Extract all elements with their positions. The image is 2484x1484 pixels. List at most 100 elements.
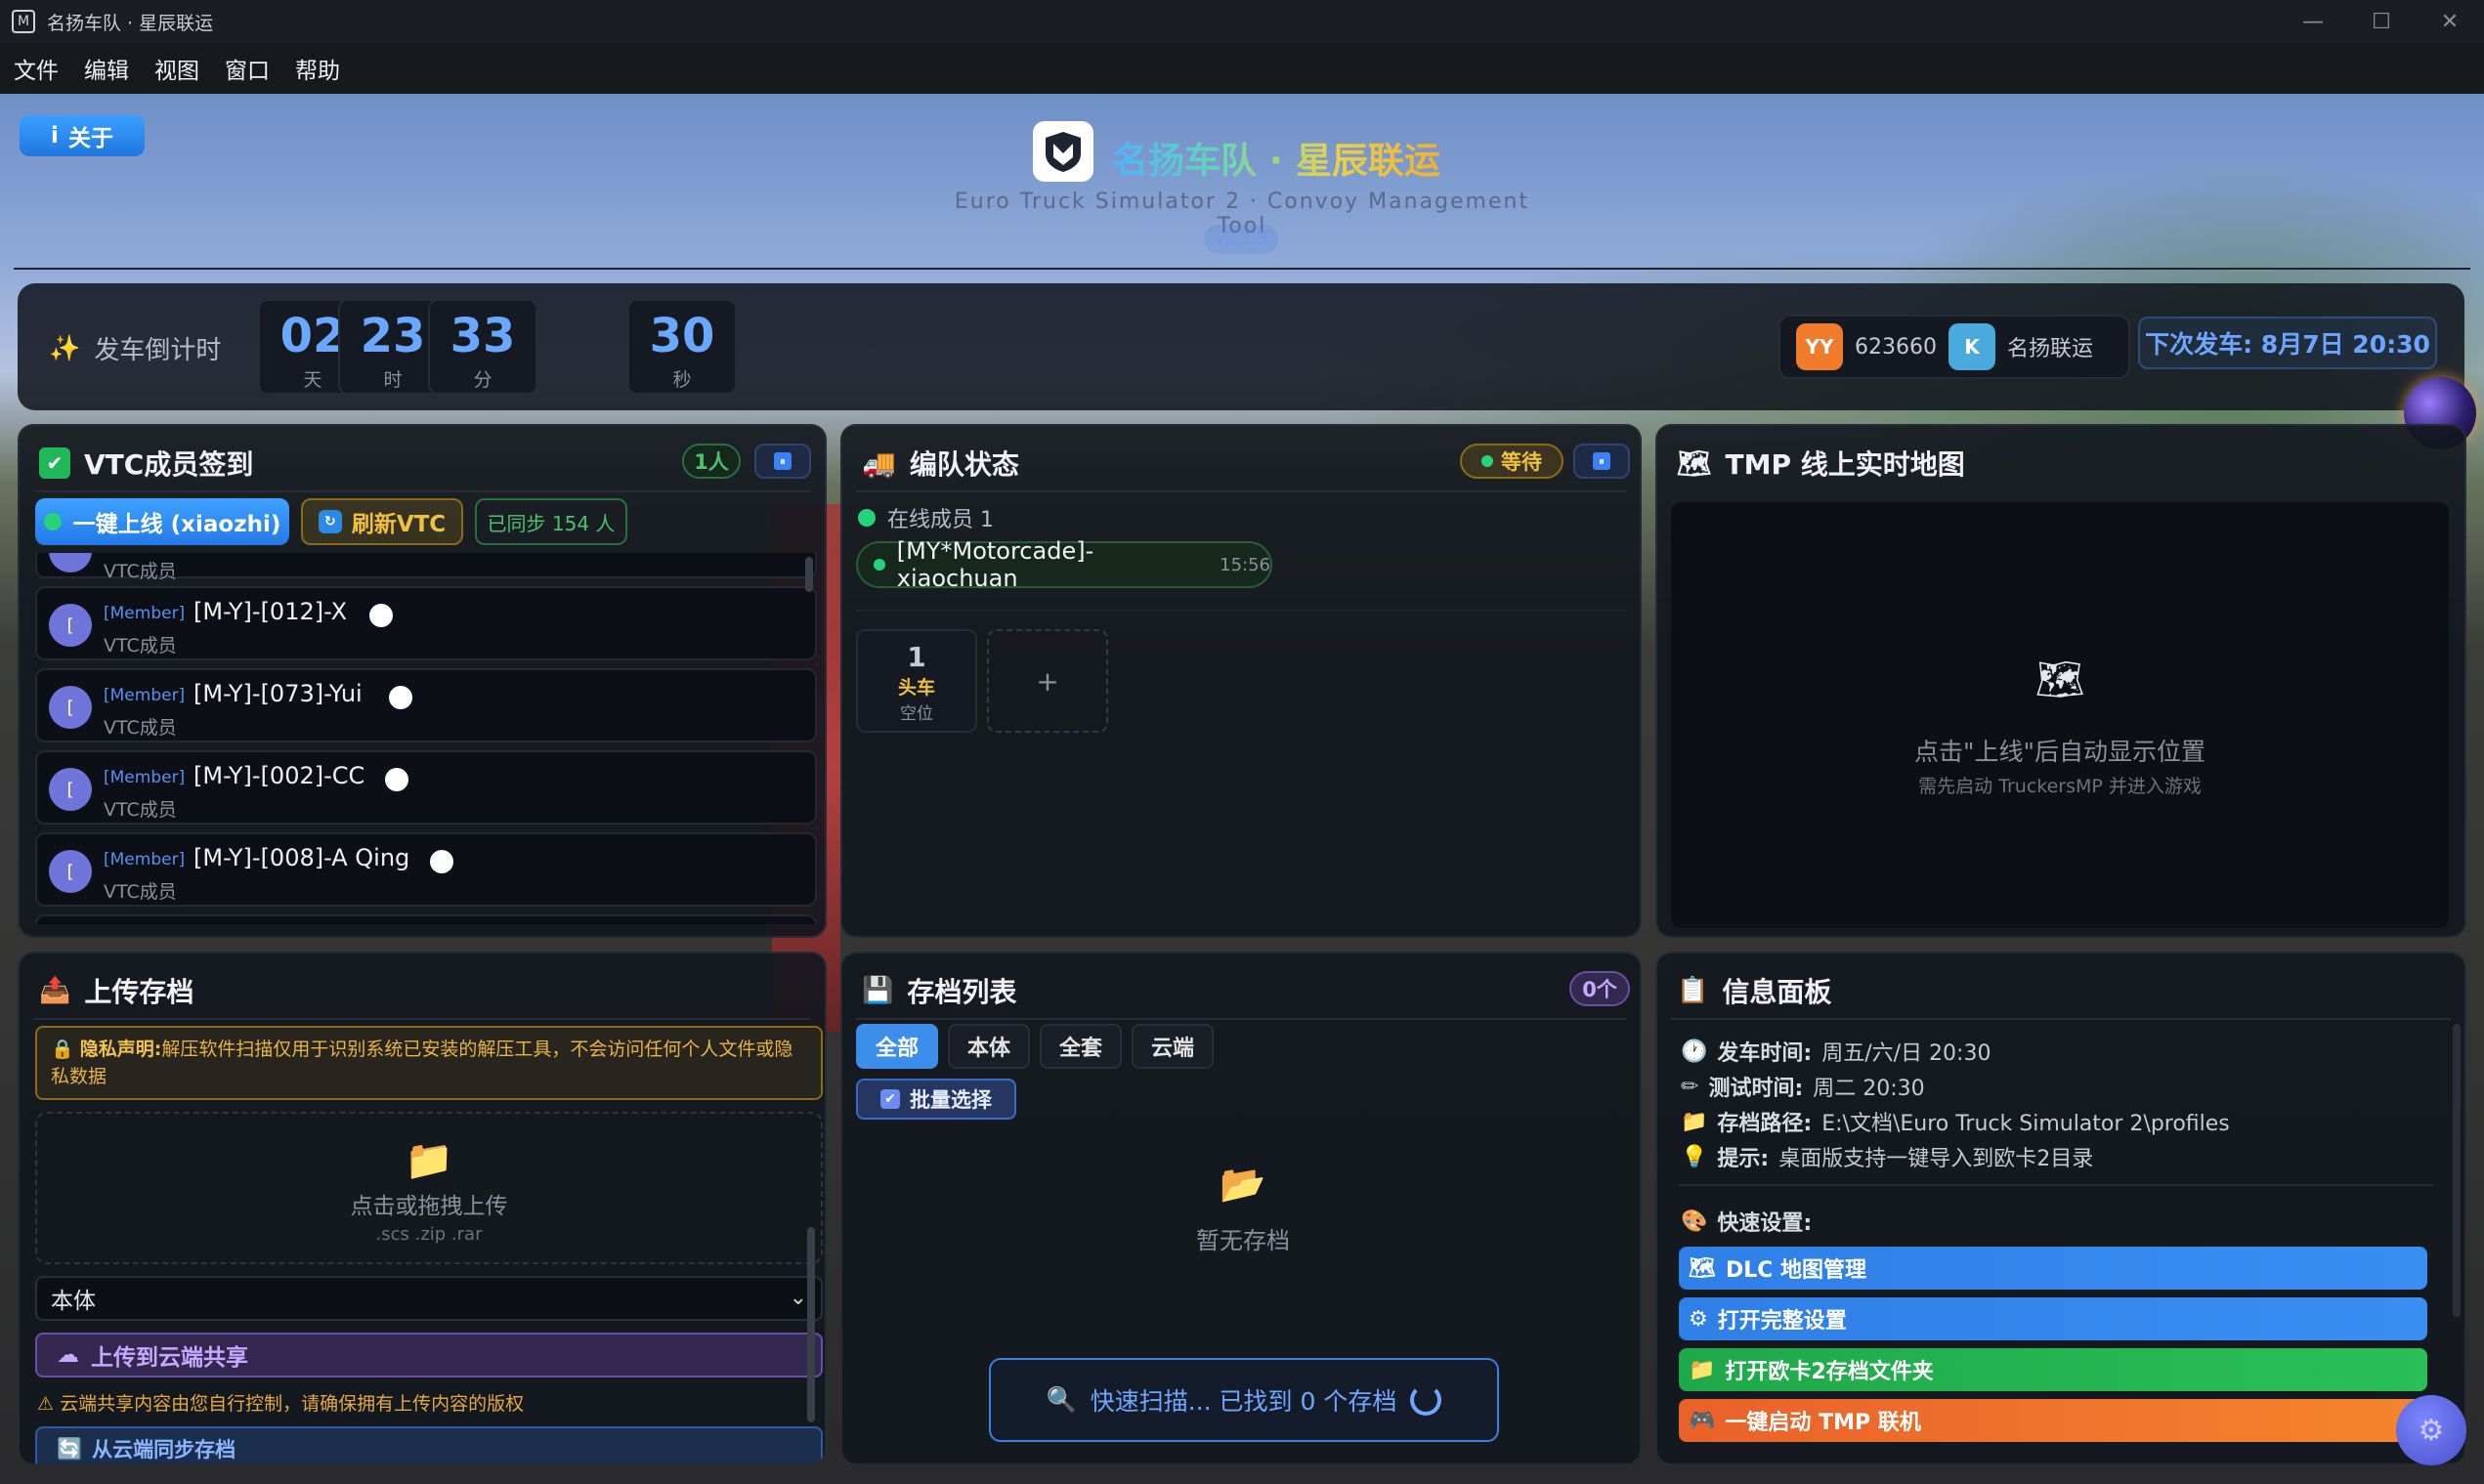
member-tag: [Member]	[104, 768, 186, 787]
vtc-panel: ✔ VTC成员签到 1人 ⏸ 一键上线 (xiaozhi) ↻ 刷新VTC 已同…	[18, 424, 827, 938]
info-panel: 📋 信息面板 🕐 发车时间: 周五/六/日 20:30 ✏ 测试时间: 周二 20:30…	[1655, 952, 2466, 1465]
open-save-folder-button[interactable]: 📁 打开欧卡2存档文件夹	[1679, 1348, 2427, 1391]
list-item[interactable]	[35, 914, 817, 924]
close-button[interactable]: ✕	[2416, 0, 2484, 43]
vtc-pause-button[interactable]: ⏸	[754, 444, 811, 479]
tab-full[interactable]: 全套	[1040, 1024, 1122, 1069]
quick-scan-status: 🔍 快速扫描... 已找到 0 个存档	[989, 1358, 1499, 1442]
member-role: VTC成员	[104, 717, 177, 739]
list-item[interactable]: [ [Member] [M-Y]-[008]-A Qing VTC成员	[35, 832, 817, 907]
minimize-button[interactable]: —	[2279, 0, 2347, 43]
formation-title: 🚚 编队状态	[862, 446, 1019, 482]
save-list-panel: 💾 存档列表 0个 全部 本体 全套 云端 ✔ 批量选择 📂 暂无存档 🔍 快速扫描…	[840, 952, 1642, 1465]
folder-icon: 📁	[405, 1138, 453, 1183]
floppy-icon: 💾	[862, 976, 894, 1005]
countdown-bar: ✨ 发车倒计时 02 天 23 时 33 分 30 秒 YY 623660 K 名扬联运…	[18, 283, 2464, 410]
menu-bar: 文件 编辑 视图 窗口 帮助	[0, 43, 2484, 94]
settings-fab-gear-icon[interactable]: ⚙	[2396, 1395, 2466, 1465]
list-item[interactable]: [ [Member] [M-Y]-[002]-CC VTC成员	[35, 750, 817, 825]
tab-cloud[interactable]: 云端	[1132, 1024, 1214, 1069]
map-icon: 🗺	[1689, 1255, 1716, 1281]
upload-panel: 📤 上传存档 🔒 隐私声明:解压软件扫描仅用于识别系统已安装的解压工具，不会访问…	[18, 952, 827, 1465]
sparkle-icon: ✨	[49, 333, 81, 363]
countdown-minutes: 33 分	[428, 299, 537, 395]
truck-icon: 🚚	[862, 446, 896, 480]
avatar	[49, 553, 92, 572]
pause-icon: ⏸	[774, 452, 792, 470]
refresh-vtc-button[interactable]: ↻ 刷新VTC	[301, 498, 463, 545]
gear-icon: ⚙	[1689, 1306, 1708, 1332]
menu-window[interactable]: 窗口	[225, 52, 270, 85]
brand-title: 名扬车队 · 星辰联运	[1112, 131, 1440, 184]
version-badge: v3.1.3	[1204, 225, 1278, 254]
add-slot-button[interactable]: +	[987, 629, 1108, 733]
live-map-area[interactable]: 🗺 点击"上线"后自动显示位置 需先启动 TruckersMP 并进入游戏	[1671, 502, 2449, 928]
map-sub-hint: 需先启动 TruckersMP 并进入游戏	[1918, 776, 2202, 797]
member-scrollbar[interactable]	[805, 557, 813, 592]
menu-help[interactable]: 帮助	[295, 52, 340, 85]
formation-pause-button[interactable]: ⏸	[1573, 444, 1630, 479]
member-list[interactable]: VTC成员 [ [Member] [M-Y]-[012]-X VTC成员 [ […	[35, 553, 823, 924]
about-button[interactable]: i 关于	[20, 115, 145, 156]
countdown-seconds: 30 秒	[627, 299, 737, 395]
list-item[interactable]: [ [Member] [M-Y]-[073]-Yui VTC成员	[35, 668, 817, 742]
menu-edit[interactable]: 编辑	[84, 52, 129, 85]
menu-file[interactable]: 文件	[14, 52, 59, 85]
folder-icon: 📁	[1689, 1357, 1716, 1382]
upload-dropzone[interactable]: 📁 点击或拖拽上传 .scs .zip .rar	[35, 1112, 823, 1264]
one-click-online-button[interactable]: 一键上线 (xiaozhi)	[35, 498, 289, 545]
full-settings-button[interactable]: ⚙ 打开完整设置	[1679, 1297, 2427, 1340]
maximize-button[interactable]: ☐	[2347, 0, 2416, 43]
lock-icon: 🔒	[51, 1039, 74, 1060]
cloud-icon: ☁	[57, 1342, 79, 1368]
online-dot-icon	[43, 513, 62, 530]
checkbox-icon: ✔	[880, 1089, 900, 1109]
launch-tmp-button[interactable]: 🎮 一键启动 TMP 联机	[1679, 1399, 2427, 1442]
title-bar: M 名扬车队 · 星辰联运 — ☐ ✕	[0, 0, 2484, 43]
empty-saves-text: 暂无存档	[1196, 1227, 1290, 1254]
member-tag: [Member]	[104, 604, 186, 623]
tab-base[interactable]: 本体	[948, 1024, 1030, 1069]
lightbulb-icon: 💡	[1681, 1144, 1708, 1169]
shield-logo-icon	[1046, 132, 1081, 172]
member-name: [M-Y]-[073]-Yui	[193, 680, 363, 707]
dlc-map-button[interactable]: 🗺 DLC 地图管理	[1679, 1247, 2427, 1290]
batch-select-button[interactable]: ✔ 批量选择	[856, 1079, 1016, 1120]
window-title: 名扬车队 · 星辰联运	[47, 12, 214, 34]
brand-logo	[1033, 121, 1093, 182]
depart-time-row: 🕐 发车时间: 周五/六/日 20:30	[1681, 1039, 1991, 1067]
menu-view[interactable]: 视图	[154, 52, 199, 85]
member-tag: [Member]	[104, 850, 186, 869]
search-icon: 🔍	[1046, 1385, 1077, 1414]
next-depart-badge: 下次发车: 8月7日 20:30	[2138, 317, 2437, 369]
gamepad-icon: 🎮	[1689, 1408, 1716, 1433]
k-icon[interactable]: K	[1948, 323, 1995, 370]
list-item[interactable]: [ [Member] [M-Y]-[012]-X VTC成员	[35, 586, 817, 660]
upload-scrollbar[interactable]	[807, 1227, 815, 1422]
save-count-badge: 0个	[1569, 971, 1630, 1006]
formation-panel: 🚚 编队状态 等待 ⏸ 在线成员 1 [MY*Motorcade]-xiaoch…	[840, 424, 1642, 938]
member-name: [M-Y]-[008]-A Qing	[193, 844, 410, 871]
sync-icon: 🔄	[57, 1436, 83, 1461]
lead-vehicle-slot[interactable]: 1 头车 空位	[856, 629, 977, 733]
save-type-select[interactable]: 本体 ⌄	[35, 1276, 823, 1321]
map-icon: 🗺	[1677, 446, 1712, 480]
member-role: VTC成员	[104, 635, 177, 657]
formation-status-badge: 等待	[1460, 444, 1563, 479]
online-dot-icon	[858, 509, 876, 527]
warning-icon: ⚠	[37, 1393, 55, 1415]
cloud-sync-button[interactable]: 🔄 从云端同步存档	[35, 1426, 823, 1463]
loading-spinner-icon	[1410, 1384, 1442, 1416]
countdown-label: ✨ 发车倒计时	[49, 333, 222, 366]
tab-all[interactable]: 全部	[856, 1024, 938, 1069]
info-scrollbar[interactable]	[2453, 1024, 2461, 1317]
app-icon: M	[12, 10, 35, 33]
folder-icon: 📁	[1681, 1109, 1708, 1134]
checkbox-icon: ✔	[39, 447, 70, 479]
upload-cloud-button[interactable]: ☁ 上传到云端共享	[35, 1333, 823, 1378]
yy-icon[interactable]: YY	[1796, 323, 1843, 370]
online-member-chip[interactable]: [MY*Motorcade]-xiaochuan 15:56	[856, 537, 1272, 592]
member-role: VTC成员	[104, 799, 177, 821]
list-item[interactable]: VTC成员	[35, 553, 817, 582]
vtc-count-badge: 1人	[682, 444, 741, 479]
